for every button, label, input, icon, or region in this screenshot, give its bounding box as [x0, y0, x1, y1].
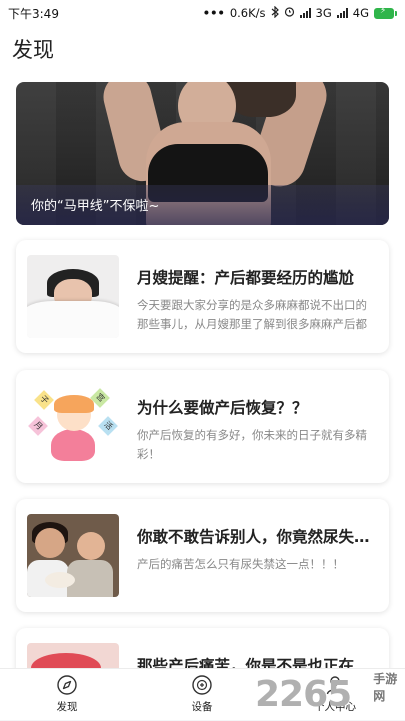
signal-icon-2	[336, 8, 348, 18]
article-thumbnail: 子 宫 月 活	[27, 385, 119, 468]
article-thumbnail	[27, 255, 119, 338]
article-card-2[interactable]: 子 宫 月 活 为什么要做产后恢复？？ 你产后恢复的有多好，你未来的日子就有多精…	[16, 370, 389, 483]
article-title: 为什么要做产后恢复？？	[137, 399, 308, 417]
tab-label: 发现	[56, 701, 78, 713]
status-icons: ••• 0.6K/s 3G 4G	[202, 5, 397, 21]
battery-icon	[374, 6, 397, 19]
network-speed: 0.6K/s	[229, 6, 266, 20]
banner-card[interactable]: 你的“马甲线”不保啦~	[16, 82, 389, 225]
watermark-site: 手游网	[373, 672, 398, 703]
article-card-4[interactable]: 那些产后痛苦，你是不是也正在经历	[16, 628, 389, 668]
alarm-icon	[284, 6, 295, 20]
article-desc: 今天要跟大家分享的是众多麻麻都说不出口的那些事儿，从月嫂那里了解到很多麻麻产后都…	[137, 298, 367, 331]
article-card-1[interactable]: 月嫂提醒：产后都要经历的尴尬 今天要跟大家分享的是众多麻麻都说不出口的那些事儿，…	[16, 240, 389, 353]
article-thumbnail	[27, 643, 119, 668]
bluetooth-icon	[271, 5, 279, 21]
network-type-1: 3G	[315, 6, 332, 20]
watermark: 2265 手游网	[255, 668, 405, 720]
article-desc: 你产后恢复的有多好，你未来的日子就有多精彩！	[137, 428, 367, 461]
status-bar: 下午3:49 ••• 0.6K/s 3G 4G	[0, 0, 405, 26]
article-thumbnail	[27, 514, 119, 597]
page-title: 发现	[12, 38, 54, 62]
banner-caption: 你的“马甲线”不保啦~	[31, 199, 160, 214]
network-type-2: 4G	[352, 6, 369, 20]
article-title: 你敢不敢告诉别人，你竟然尿失禁了	[137, 528, 375, 546]
article-title: 月嫂提醒：产后都要经历的尴尬	[137, 269, 355, 287]
compass-icon	[56, 674, 78, 696]
discover-feed[interactable]: 你的“马甲线”不保啦~ 月嫂提醒：产后都要经历的尴尬 今天要跟大家分享的是众多麻…	[0, 74, 405, 668]
tab-device[interactable]: 设备	[152, 669, 252, 721]
tab-label: 设备	[191, 701, 213, 713]
status-time: 下午3:49	[8, 6, 59, 21]
article-card-3[interactable]: 你敢不敢告诉别人，你竟然尿失禁了 产后的痛苦怎么只有尿失禁这一点！！！	[16, 499, 389, 612]
more-dots-icon: •••	[202, 6, 225, 20]
tab-discover[interactable]: 发现	[17, 669, 117, 721]
article-title: 那些产后痛苦，你是不是也正在经历	[137, 657, 375, 668]
device-icon	[191, 674, 213, 696]
signal-icon-1	[299, 8, 311, 18]
header: 发现	[0, 26, 405, 74]
watermark-logo: 2265	[255, 673, 352, 715]
article-desc: 产后的痛苦怎么只有尿失禁这一点！！！	[137, 557, 344, 571]
